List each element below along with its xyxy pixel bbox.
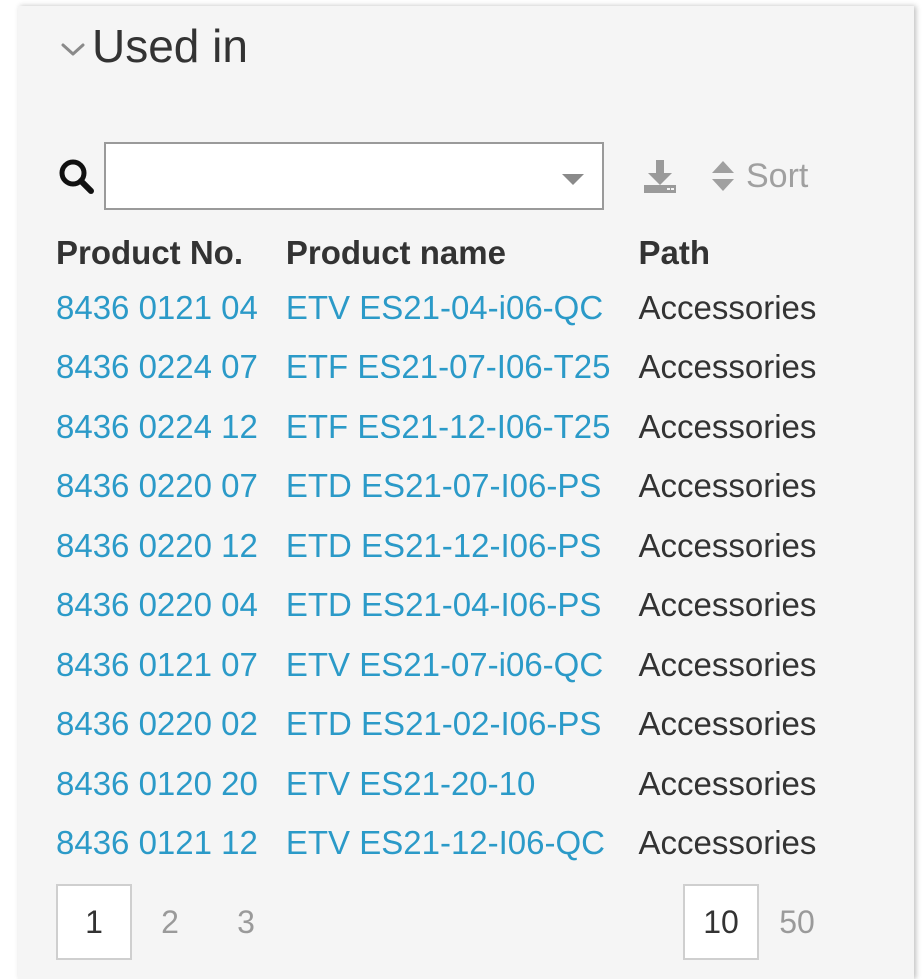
table-row: 8436 0224 07 ETF ES21-07-I06-T25 Accesso…	[56, 338, 844, 398]
table-row: 8436 0121 12 ETV ES21-12-I06-QC Accessor…	[56, 814, 844, 874]
path-cell: Accessories	[638, 288, 817, 326]
table-row: 8436 0121 07 ETV ES21-07-i06-QC Accessor…	[56, 635, 844, 695]
page-size-50-button[interactable]: 50	[759, 884, 835, 960]
product-no-link[interactable]: 8436 0220 02	[56, 695, 286, 755]
table-row: 8436 0220 12 ETD ES21-12-I06-PS Accessor…	[56, 516, 844, 576]
page-button-2[interactable]: 2	[132, 884, 208, 960]
table-row: 8436 0220 02 ETD ES21-02-I06-PS Accessor…	[56, 695, 844, 755]
table-row: 8436 0120 20 ETV ES21-20-10 Accessories	[56, 754, 844, 814]
product-no-link[interactable]: 8436 0220 04	[56, 576, 286, 636]
product-no-link[interactable]: 8436 0220 07	[56, 457, 286, 517]
product-name-link[interactable]: ETF ES21-12-I06-T25	[286, 397, 639, 457]
product-name-link[interactable]: ETF ES21-07-I06-T25	[286, 338, 639, 398]
search-icon	[59, 159, 94, 194]
table-row: 8436 0220 07 ETD ES21-07-I06-PS Accessor…	[56, 457, 844, 517]
sort-arrows-icon	[712, 161, 734, 191]
product-name-link[interactable]: ETD ES21-04-I06-PS	[286, 576, 639, 636]
product-no-link[interactable]: 8436 0224 07	[56, 338, 286, 398]
search-input[interactable]	[116, 154, 550, 200]
table-row: 8436 0224 12 ETF ES21-12-I06-T25 Accesso…	[56, 397, 844, 457]
product-name-link[interactable]: ETV ES21-12-I06-QC	[286, 814, 639, 874]
column-header-path[interactable]: Path	[639, 228, 845, 278]
used-in-table: Product No. Product name Path 8436 0121 …	[56, 228, 844, 873]
chevron-down-icon[interactable]	[58, 35, 88, 65]
product-name-link[interactable]: ETD ES21-07-I06-PS	[286, 457, 639, 517]
page-size-selector: 10 50	[683, 884, 835, 960]
path-cell: Accessories	[638, 348, 817, 386]
path-cell: Accessories	[638, 645, 817, 683]
pagination: 1 2 3	[56, 884, 284, 960]
product-no-link[interactable]: 8436 0224 12	[56, 397, 286, 457]
column-header-product-no[interactable]: Product No.	[56, 228, 286, 278]
sort-label: Sort	[746, 156, 809, 195]
product-name-link[interactable]: ETV ES21-04-i06-QC	[286, 278, 639, 338]
section-title: Used in	[92, 20, 248, 72]
toolbar: Sort	[56, 140, 808, 212]
page-button-3[interactable]: 3	[208, 884, 284, 960]
path-cell: Accessories	[638, 526, 817, 564]
product-no-link[interactable]: 8436 0121 07	[56, 635, 286, 695]
path-cell: Accessories	[638, 407, 817, 445]
path-cell: Accessories	[638, 467, 817, 505]
product-name-link[interactable]: ETV ES21-07-i06-QC	[286, 635, 639, 695]
section-header[interactable]: Used in	[58, 20, 248, 72]
path-cell: Accessories	[638, 586, 817, 624]
search-combobox[interactable]	[104, 142, 604, 210]
product-no-link[interactable]: 8436 0121 12	[56, 814, 286, 874]
product-name-link[interactable]: ETV ES21-20-10	[286, 754, 639, 814]
table-row: 8436 0220 04 ETD ES21-04-I06-PS Accessor…	[56, 576, 844, 636]
download-icon[interactable]	[640, 156, 680, 196]
path-cell: Accessories	[638, 705, 817, 743]
caret-down-icon[interactable]	[562, 174, 584, 185]
product-no-link[interactable]: 8436 0220 12	[56, 516, 286, 576]
column-header-product-name[interactable]: Product name	[286, 228, 639, 278]
product-name-link[interactable]: ETD ES21-02-I06-PS	[286, 695, 639, 755]
used-in-panel: Used in Sort Product No. Product name Pa…	[18, 6, 914, 979]
product-name-link[interactable]: ETD ES21-12-I06-PS	[286, 516, 639, 576]
path-cell: Accessories	[638, 764, 817, 802]
sort-button[interactable]: Sort	[710, 157, 808, 196]
path-cell: Accessories	[638, 824, 817, 862]
product-no-link[interactable]: 8436 0121 04	[56, 278, 286, 338]
table-row: 8436 0121 04 ETV ES21-04-i06-QC Accessor…	[56, 278, 844, 338]
page-size-10-button[interactable]: 10	[683, 884, 759, 960]
page-button-1[interactable]: 1	[56, 884, 132, 960]
product-no-link[interactable]: 8436 0120 20	[56, 754, 286, 814]
table-header-row: Product No. Product name Path	[56, 228, 844, 278]
